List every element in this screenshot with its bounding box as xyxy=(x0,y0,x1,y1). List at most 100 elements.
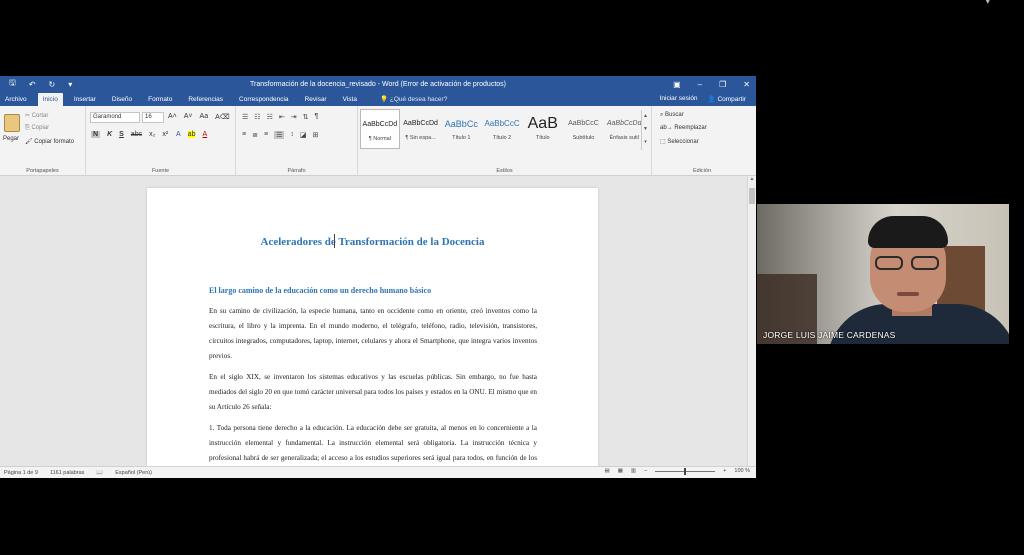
font-group: Garamond 16 A˄ A˅ Aa A⌫ N K S abc x₂ x² xyxy=(86,106,236,176)
superscript-icon[interactable]: x² xyxy=(162,131,168,138)
screen: ▾ 🖫 ↶ ↻ ▾ Transformación de la docencia_… xyxy=(0,0,1024,555)
decrease-indent-icon[interactable]: ⇤ xyxy=(279,113,285,121)
read-mode-icon[interactable]: ▤ xyxy=(605,468,610,474)
zoom-level[interactable]: 100 % xyxy=(734,468,750,474)
word-count[interactable]: 1161 palabras xyxy=(50,470,84,476)
tab-diseno[interactable]: Diseño xyxy=(107,96,137,106)
grow-font-icon[interactable]: A˄ xyxy=(168,113,177,121)
document-paragraph-2: En el siglo XIX, se inventaron los siste… xyxy=(209,373,537,411)
tab-referencias[interactable]: Referencias xyxy=(183,96,228,106)
status-bar: Página 1 de 9 1161 palabras 📖 Español (P… xyxy=(0,466,756,478)
increase-indent-icon[interactable]: ⇥ xyxy=(291,113,297,121)
italic-icon[interactable]: K xyxy=(107,131,112,138)
align-left-icon[interactable]: ≡ xyxy=(242,131,246,139)
show-marks-icon[interactable]: ¶ xyxy=(314,113,318,121)
document-paragraph-3: 1. Toda persona tiene derecho a la educa… xyxy=(209,424,537,462)
tab-archivo[interactable]: Archivo xyxy=(0,96,32,106)
tab-formato[interactable]: Formato xyxy=(143,96,177,106)
language-indicator[interactable]: Español (Perú) xyxy=(115,470,152,476)
line-spacing-icon[interactable]: ↕ xyxy=(290,131,294,139)
participant-mouth xyxy=(897,292,919,296)
paragraph-list-row: ☰ ☷ ☵ ⇤ ⇥ ⇅ ¶ xyxy=(242,113,318,121)
scrollbar-thumb[interactable] xyxy=(749,188,755,204)
strikethrough-icon[interactable]: abc xyxy=(131,131,142,138)
clipboard-group-label: Portapapeles xyxy=(26,168,59,174)
word-window: 🖫 ↶ ↻ ▾ Transformación de la docencia_re… xyxy=(0,76,756,478)
format-painter-label: Copiar formato xyxy=(34,139,74,145)
ribbon-tabs: Archivo Inicio Insertar Diseño Formato R… xyxy=(0,92,756,106)
window-title: Transformación de la docencia_revisado -… xyxy=(249,80,506,88)
paste-icon[interactable] xyxy=(4,114,20,132)
paste-button[interactable]: Pegar xyxy=(3,136,19,142)
bold-icon[interactable]: N xyxy=(91,131,101,138)
font-format-row: N K S abc x₂ x² xyxy=(91,131,168,138)
close-icon[interactable]: ✕ xyxy=(743,80,750,89)
document-page[interactable]: Aceleradores de Transformación de la Doc… xyxy=(147,188,598,466)
zoom-slider-thumb[interactable] xyxy=(684,467,687,475)
editing-group-label: Edición xyxy=(692,168,712,174)
sign-in-link[interactable]: Iniciar sesión xyxy=(660,95,698,103)
top-indicator-icon: ▾ xyxy=(985,0,990,6)
maximize-icon[interactable]: ❐ xyxy=(719,80,726,89)
format-painter-button[interactable]: 🖌 Copiar formato xyxy=(25,138,74,145)
bullets-icon[interactable]: ☰ xyxy=(242,113,248,121)
font-size-select[interactable]: 16 xyxy=(142,112,164,123)
paragraph-align-row: ≡ ≣ ≡ ☰ ↕ ◪ ⊞ xyxy=(242,131,318,139)
justify-icon[interactable]: ☰ xyxy=(274,131,285,139)
font-name-select[interactable]: Garamond xyxy=(90,112,140,123)
scissors-icon: ✂ xyxy=(25,113,32,119)
tab-revisar[interactable]: Revisar xyxy=(300,96,332,106)
ribbon-display-icon[interactable]: ▣ xyxy=(673,80,681,89)
title-bar: 🖫 ↶ ↻ ▾ Transformación de la docencia_re… xyxy=(0,76,756,92)
paragraph-group: ☰ ☷ ☵ ⇤ ⇥ ⇅ ¶ ≡ ≣ ≡ ☰ ↕ ◪ ⊞ Párrafo xyxy=(236,106,358,176)
proofing-icon[interactable]: 📖 xyxy=(96,470,103,476)
align-center-icon[interactable]: ≣ xyxy=(252,131,258,139)
tell-me-text: ¿Qué desea hacer? xyxy=(389,96,448,103)
copy-button[interactable]: ⎘ Copiar xyxy=(25,125,49,132)
user-icon: 👤 xyxy=(707,96,718,103)
shading-icon[interactable]: ◪ xyxy=(300,131,307,139)
share-button[interactable]: 👤 Compartir xyxy=(708,95,746,103)
tell-me-box[interactable]: 💡 ¿Qué desea hacer? xyxy=(380,95,447,106)
tab-insertar[interactable]: Insertar xyxy=(69,96,101,106)
minimize-icon[interactable]: – xyxy=(698,80,702,89)
window-controls: ▣ – ❐ ✕ xyxy=(673,76,750,92)
clear-format-icon[interactable]: A⌫ xyxy=(215,113,230,121)
text-effects-icon[interactable]: A xyxy=(176,131,181,138)
participant-hair xyxy=(868,216,948,248)
styles-group: Estilos xyxy=(358,106,652,176)
underline-icon[interactable]: S xyxy=(119,131,124,138)
web-layout-icon[interactable]: ▥ xyxy=(631,468,636,474)
zoom-in-icon[interactable]: + xyxy=(723,468,726,474)
font-color-icon[interactable]: A xyxy=(202,131,207,138)
print-layout-icon[interactable]: ▦ xyxy=(618,468,623,474)
cut-label: Cortar xyxy=(31,113,49,119)
document-paragraph-1: En su camino de civilización, la especie… xyxy=(209,307,537,360)
tab-vista[interactable]: Vista xyxy=(338,96,362,106)
document-heading: Aceleradores de Transformación de la Doc… xyxy=(260,236,485,248)
page-count[interactable]: Página 1 de 9 xyxy=(4,470,38,476)
numbering-icon[interactable]: ☷ xyxy=(254,113,260,121)
cut-button[interactable]: ✂ Cortar xyxy=(25,112,48,119)
scroll-up-icon[interactable]: ▲ xyxy=(748,176,756,182)
ribbon: Pegar ✂ Cortar ⎘ Copiar 🖌 Copiar formato… xyxy=(0,106,756,176)
highlight-icon[interactable]: ab xyxy=(187,131,196,138)
shrink-font-icon[interactable]: A˅ xyxy=(184,113,193,121)
subscript-icon[interactable]: x₂ xyxy=(149,131,155,138)
borders-icon[interactable]: ⊞ xyxy=(312,131,318,139)
vertical-scrollbar[interactable]: ▲ xyxy=(747,176,756,466)
zoom-slider[interactable] xyxy=(655,467,716,475)
webcam-tile[interactable]: JORGE LUIS JAIME CARDENAS xyxy=(757,204,1009,344)
copy-label: Copiar xyxy=(31,125,50,131)
change-case-icon[interactable]: Aa xyxy=(200,113,209,121)
document-subheading: El largo camino de la educación como un … xyxy=(209,286,432,295)
tab-correspondencia[interactable]: Correspondencia xyxy=(234,96,294,106)
editing-group: Edición xyxy=(652,106,752,176)
participant-glasses xyxy=(875,256,943,270)
sort-icon[interactable]: ⇅ xyxy=(303,113,309,121)
multilevel-list-icon[interactable]: ☵ xyxy=(267,113,273,121)
zoom-out-icon[interactable]: – xyxy=(644,468,647,474)
text-cursor xyxy=(334,234,335,248)
align-right-icon[interactable]: ≡ xyxy=(264,131,268,139)
tab-inicio[interactable]: Inicio xyxy=(37,93,63,106)
